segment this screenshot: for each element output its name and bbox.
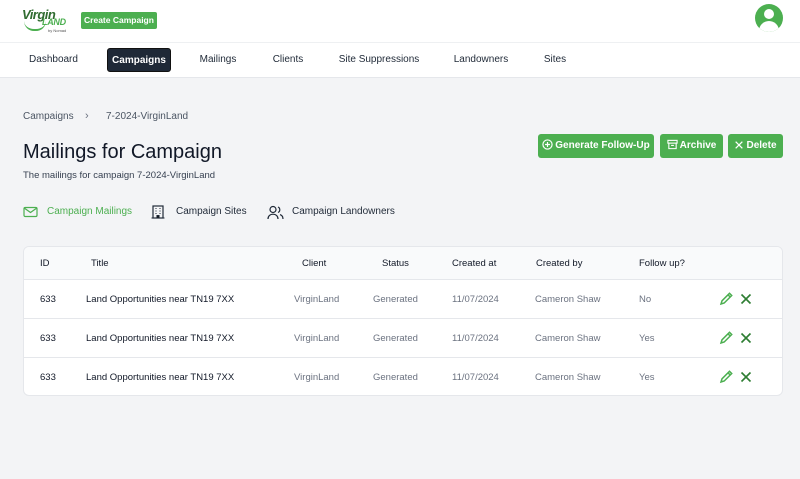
cell-id: 633	[40, 294, 56, 305]
tab-campaign-landowners[interactable]: Campaign Landowners	[267, 205, 395, 221]
edit-pencil-icon[interactable]	[718, 369, 734, 385]
cell-id: 633	[40, 333, 56, 344]
close-icon	[735, 141, 744, 149]
cell-follow-up: No	[639, 294, 652, 305]
nav-mailings[interactable]: Mailings	[193, 48, 243, 72]
generate-follow-up-label: Generate Follow-Up	[555, 140, 650, 151]
virginland-logo[interactable]: Virgin LAND by Nomad	[22, 7, 72, 35]
column-header-client: Client	[302, 258, 327, 269]
cell-title: Land Opportunities near TN19 7XX	[86, 372, 235, 383]
page-subtitle: The mailings for campaign 7-2024-VirginL…	[23, 170, 216, 181]
edit-pencil-icon[interactable]	[718, 330, 734, 346]
cell-title: Land Opportunities near TN19 7XX	[86, 333, 235, 344]
table-row[interactable]: 633 Land Opportunities near TN19 7XX Vir…	[24, 358, 782, 395]
tab-campaign-mailings-label: Campaign Mailings	[47, 206, 133, 217]
cell-status: Generated	[373, 294, 418, 305]
envelope-icon	[23, 206, 38, 218]
create-campaign-button[interactable]: Create Campaign	[81, 12, 157, 29]
delete-x-icon[interactable]	[738, 369, 754, 385]
plus-circle-icon	[542, 139, 553, 150]
delete-x-icon[interactable]	[738, 330, 754, 346]
generate-follow-up-button[interactable]: Generate Follow-Up	[538, 134, 654, 158]
breadcrumb-current: 7-2024-VirginLand	[106, 111, 189, 122]
cell-created-at: 11/07/2024	[452, 294, 499, 305]
top-bar: Virgin LAND by Nomad Create Campaign Das…	[0, 0, 800, 78]
cell-created-by: Cameron Shaw	[535, 333, 601, 344]
cell-follow-up: Yes	[639, 333, 655, 344]
cell-created-at: 11/07/2024	[452, 333, 499, 344]
nav-sites[interactable]: Sites	[537, 48, 573, 72]
cell-client: VirginLand	[294, 372, 340, 383]
cell-client: VirginLand	[294, 333, 340, 344]
nav-dashboard[interactable]: Dashboard	[22, 48, 85, 72]
cell-client: VirginLand	[294, 294, 340, 305]
avatar-body	[759, 21, 779, 32]
column-header-status: Status	[382, 258, 409, 269]
archive-icon	[667, 139, 678, 150]
building-icon	[151, 205, 165, 219]
tab-campaign-sites[interactable]: Campaign Sites	[151, 205, 247, 221]
column-header-created-by: Created by	[536, 258, 583, 269]
nav-divider	[0, 42, 800, 43]
user-avatar-icon[interactable]	[755, 4, 783, 32]
tab-campaign-landowners-label: Campaign Landowners	[292, 206, 395, 217]
tab-campaign-sites-label: Campaign Sites	[176, 206, 247, 217]
cell-status: Generated	[373, 372, 418, 383]
nav-site-suppressions[interactable]: Site Suppressions	[333, 48, 425, 72]
cell-created-by: Cameron Shaw	[535, 372, 601, 383]
avatar-head	[764, 9, 774, 19]
logo-byline: by Nomad	[48, 28, 67, 33]
page-title: Mailings for Campaign	[23, 141, 222, 163]
column-header-created-at: Created at	[452, 258, 497, 269]
nav-clients[interactable]: Clients	[265, 48, 311, 72]
breadcrumb-separator: ›	[85, 110, 89, 122]
archive-label: Archive	[679, 140, 717, 151]
tab-campaign-mailings[interactable]: Campaign Mailings	[23, 205, 133, 221]
logo-word-land: LAND	[42, 17, 66, 27]
column-header-id: ID	[40, 258, 50, 269]
column-header-follow-up: Follow up?	[639, 258, 685, 269]
users-icon	[267, 205, 284, 220]
cell-follow-up: Yes	[639, 372, 655, 383]
breadcrumb-campaigns[interactable]: Campaigns	[23, 111, 74, 122]
table-row[interactable]: 633 Land Opportunities near TN19 7XX Vir…	[24, 280, 782, 319]
table-header: ID Title Client Status Created at Create…	[24, 247, 782, 280]
table-row[interactable]: 633 Land Opportunities near TN19 7XX Vir…	[24, 319, 782, 358]
cell-status: Generated	[373, 333, 418, 344]
cell-created-by: Cameron Shaw	[535, 294, 601, 305]
delete-x-icon[interactable]	[738, 291, 754, 307]
nav-landowners[interactable]: Landowners	[447, 48, 515, 72]
edit-pencil-icon[interactable]	[718, 291, 734, 307]
delete-label: Delete	[746, 140, 777, 151]
mailings-table: ID Title Client Status Created at Create…	[23, 246, 783, 396]
column-header-title: Title	[91, 258, 109, 269]
archive-button[interactable]: Archive	[660, 134, 723, 158]
cell-title: Land Opportunities near TN19 7XX	[86, 294, 235, 305]
nav-campaigns[interactable]: Campaigns	[107, 48, 171, 72]
delete-button[interactable]: Delete	[728, 134, 783, 158]
cell-id: 633	[40, 372, 56, 383]
cell-created-at: 11/07/2024	[452, 372, 499, 383]
